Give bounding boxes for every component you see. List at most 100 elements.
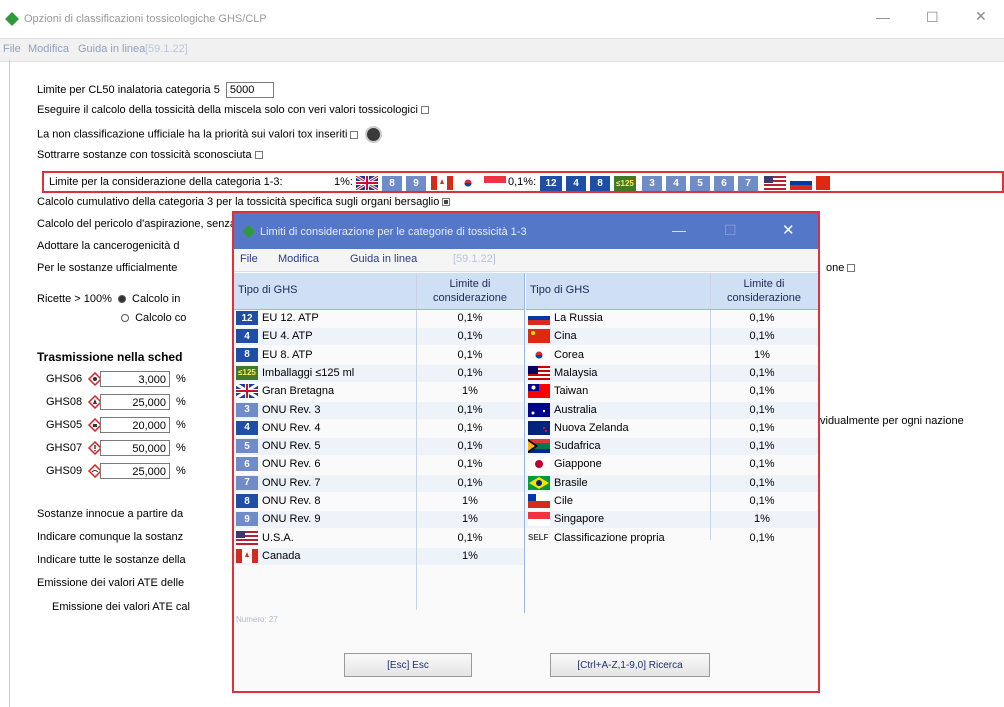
dialog-menu-edit[interactable]: Modifica bbox=[278, 253, 319, 265]
opt-subtract-checkbox[interactable] bbox=[254, 151, 263, 160]
row-limit-value[interactable]: 0,1% bbox=[722, 367, 802, 379]
dialog-minimize-icon[interactable]: — bbox=[672, 222, 686, 238]
row-limit-value[interactable]: 1% bbox=[722, 349, 802, 361]
opt-tox-only-checkbox[interactable] bbox=[420, 106, 429, 115]
left-col-type-header[interactable]: Tipo di GHS bbox=[238, 284, 298, 296]
row-limit-value[interactable]: 0,1% bbox=[430, 312, 510, 324]
table-row[interactable]: ≤125 Imballaggi ≤125 ml 0,1% bbox=[234, 364, 524, 382]
onu-5-chip[interactable]: 5 bbox=[690, 176, 710, 191]
opt-official-tail[interactable]: one bbox=[826, 262, 856, 274]
table-row[interactable]: 6 ONU Rev. 6 0,1% bbox=[234, 456, 524, 473]
table-row[interactable]: La Russia 0,1% bbox=[526, 310, 818, 327]
row-limit-value[interactable]: 0,1% bbox=[722, 495, 802, 507]
table-row[interactable]: Sudafrica 0,1% bbox=[526, 438, 818, 456]
onu-3-chip[interactable]: 3 bbox=[642, 176, 662, 191]
row-limit-value[interactable]: 0,1% bbox=[722, 404, 802, 416]
row-limit-value[interactable]: 0,1% bbox=[722, 458, 802, 470]
flag-cn-icon[interactable] bbox=[816, 176, 830, 190]
table-row[interactable]: Nuova Zelanda 0,1% bbox=[526, 420, 818, 437]
help-globe-icon[interactable] bbox=[365, 126, 383, 143]
opt-nonclass-row[interactable]: La non classificazione ufficiale ha la p… bbox=[37, 126, 383, 143]
table-row[interactable]: Gran Bretagna 1% bbox=[234, 382, 524, 400]
close-icon[interactable]: ✕ bbox=[975, 8, 987, 25]
row-limit-value[interactable]: 0,1% bbox=[430, 404, 510, 416]
table-row[interactable]: Cile 0,1% bbox=[526, 493, 818, 510]
table-row[interactable]: 12 EU 12. ATP 0,1% bbox=[234, 310, 524, 327]
right-col-type-header[interactable]: Tipo di GHS bbox=[530, 284, 590, 296]
row-limit-value[interactable]: 0,1% bbox=[430, 440, 510, 452]
ghs09-value-input[interactable]: 25,000 bbox=[100, 463, 170, 479]
row-limit-value[interactable]: 0,1% bbox=[430, 422, 510, 434]
opt-official-checkbox[interactable] bbox=[847, 264, 856, 273]
table-row[interactable]: Australia 0,1% bbox=[526, 401, 818, 419]
opt-nonclass-checkbox[interactable] bbox=[350, 130, 359, 139]
table-row[interactable]: Brasile 0,1% bbox=[526, 474, 818, 492]
row-limit-value[interactable]: 0,1% bbox=[430, 532, 510, 544]
table-row[interactable]: 9 ONU Rev. 9 1% bbox=[234, 511, 524, 529]
row-limit-value[interactable]: 0,1% bbox=[722, 330, 802, 342]
opt-tox-only-row[interactable]: Eseguire il calcolo della tossicità dell… bbox=[37, 104, 429, 116]
dialog-maximize-icon[interactable]: ☐ bbox=[724, 222, 737, 239]
recipes-radio-2[interactable] bbox=[121, 314, 129, 323]
table-row[interactable]: 7 ONU Rev. 7 0,1% bbox=[234, 474, 524, 492]
table-row[interactable]: 4 ONU Rev. 4 0,1% bbox=[234, 420, 524, 437]
ghs08-value-input[interactable]: 25,000 bbox=[100, 394, 170, 410]
row-limit-value[interactable]: 0,1% bbox=[722, 385, 802, 397]
esc-button[interactable]: [Esc] Esc bbox=[344, 653, 472, 677]
table-row[interactable]: Singapore 1% bbox=[526, 511, 818, 529]
flag-sg-icon[interactable] bbox=[484, 176, 506, 190]
table-row[interactable]: 8 EU 8. ATP 0,1% bbox=[234, 347, 524, 364]
table-row[interactable]: 4 EU 4. ATP 0,1% bbox=[234, 328, 524, 346]
dialog-close-icon[interactable]: ✕ bbox=[782, 221, 795, 239]
table-row[interactable]: U.S.A. 0,1% bbox=[234, 530, 524, 547]
search-button[interactable]: [Ctrl+A-Z,1-9,0] Ricerca bbox=[550, 653, 710, 677]
onu-6-chip[interactable]: 6 bbox=[714, 176, 734, 191]
row-limit-value[interactable]: 0,1% bbox=[430, 349, 510, 361]
ghs05-value-input[interactable]: 20,000 bbox=[100, 417, 170, 433]
row-limit-value[interactable]: 1% bbox=[430, 385, 510, 397]
dialog-menu-help[interactable]: Guida in linea bbox=[350, 253, 417, 265]
table-row[interactable]: Canada 1% bbox=[234, 547, 524, 565]
menu-file[interactable]: File bbox=[3, 43, 21, 55]
dialog-menu-file[interactable]: File bbox=[240, 253, 258, 265]
table-row[interactable]: 8 ONU Rev. 8 1% bbox=[234, 493, 524, 510]
right-col-limit-header[interactable]: Limite di considerazione bbox=[714, 277, 814, 305]
menu-edit[interactable]: Modifica bbox=[28, 43, 69, 55]
recipes-radio-1[interactable] bbox=[117, 295, 126, 304]
maximize-icon[interactable]: ☐ bbox=[926, 9, 939, 26]
opt-cumulative-row[interactable]: Calcolo cumulativo della categoria 3 per… bbox=[37, 196, 451, 208]
opt-cumulative-checkbox[interactable] bbox=[442, 198, 451, 207]
row-limit-value[interactable]: 0,1% bbox=[430, 458, 510, 470]
row-limit-value[interactable]: 0,1% bbox=[722, 532, 802, 544]
onu-4-chip[interactable]: 4 bbox=[666, 176, 686, 191]
table-row[interactable]: 3 ONU Rev. 3 0,1% bbox=[234, 401, 524, 419]
flag-ru-icon[interactable] bbox=[790, 176, 812, 190]
row-limit-value[interactable]: 0,1% bbox=[722, 422, 802, 434]
pack-125-chip[interactable]: ≤125 bbox=[614, 176, 636, 191]
flag-kr-icon[interactable] bbox=[457, 176, 479, 190]
flag-gb-icon[interactable] bbox=[356, 176, 378, 190]
cl50-input[interactable]: 5000 bbox=[225, 82, 274, 98]
row-limit-value[interactable]: 0,1% bbox=[722, 312, 802, 324]
flag-us-icon[interactable] bbox=[764, 176, 786, 190]
row-limit-value[interactable]: 0,1% bbox=[430, 477, 510, 489]
row-limit-value[interactable]: 0,1% bbox=[430, 330, 510, 342]
row-limit-value[interactable]: 0,1% bbox=[722, 440, 802, 452]
table-row[interactable]: Corea 1% bbox=[526, 347, 818, 364]
opt-subtract-row[interactable]: Sottrarre sostanze con tossicità sconosc… bbox=[37, 149, 263, 161]
row-limit-value[interactable]: 0,1% bbox=[430, 367, 510, 379]
ghs07-value-input[interactable]: 50,000 bbox=[100, 440, 170, 456]
row-limit-value[interactable]: 1% bbox=[430, 495, 510, 507]
eu-4-chip[interactable]: 4 bbox=[566, 176, 586, 191]
flag-ca-icon[interactable] bbox=[431, 176, 453, 190]
row-limit-value[interactable]: 0,1% bbox=[722, 477, 802, 489]
row-limit-value[interactable]: 1% bbox=[722, 513, 802, 525]
onu-8-chip[interactable]: 8 bbox=[382, 176, 402, 191]
row-limit-value[interactable]: 1% bbox=[430, 513, 510, 525]
menu-help[interactable]: Guida in linea bbox=[78, 43, 145, 55]
table-row[interactable]: SELF Classificazione propria 0,1% bbox=[526, 530, 818, 547]
row-limit-value[interactable]: 1% bbox=[430, 550, 510, 562]
table-row[interactable]: Malaysia 0,1% bbox=[526, 364, 818, 382]
eu-12-chip[interactable]: 12 bbox=[540, 176, 562, 191]
table-row[interactable]: Taiwan 0,1% bbox=[526, 383, 818, 400]
